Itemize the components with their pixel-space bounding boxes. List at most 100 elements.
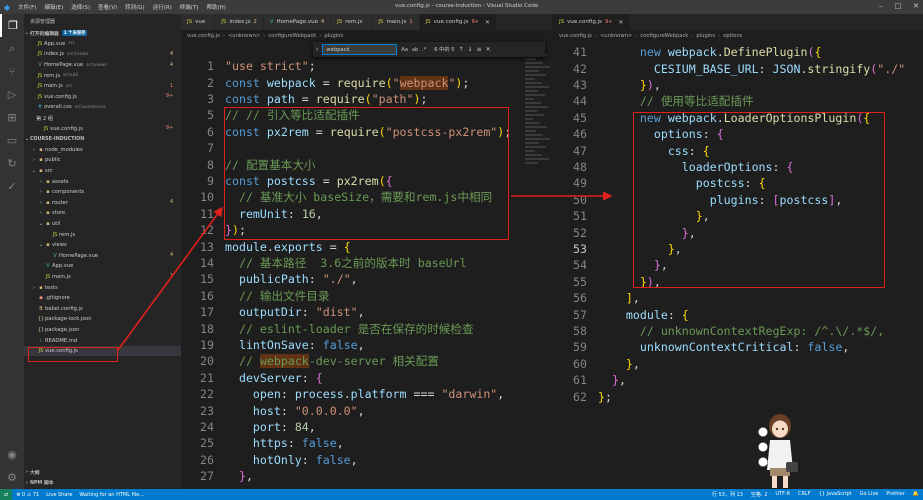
open-editors-section[interactable]: ⌄ 打开的编辑器 1 个未保存 (24, 28, 181, 39)
folder-item[interactable]: › ▪ components (24, 187, 181, 198)
menu-view[interactable]: 查看(V) (94, 3, 121, 11)
left-minimap[interactable] (522, 42, 552, 489)
code-line[interactable]: 24 port: 84, (181, 419, 316, 435)
notifications-bell-icon[interactable]: 🔔 (913, 491, 919, 498)
menu-terminal[interactable]: 终端(T) (176, 3, 203, 11)
problems-indicator[interactable]: ⊗ 0 ⚠ 71 (16, 492, 39, 498)
code-line[interactable]: 14 // 基本路径 3.6之前的版本时 baseUrl (181, 255, 467, 271)
code-line[interactable]: 42 CESIUM_BASE_URL: JSON.stringify("./" (553, 60, 905, 76)
breadcrumb-item[interactable]: configureWebpack (268, 33, 316, 39)
open-editor-item[interactable]: JS main.js src 1 (24, 81, 181, 92)
file-item[interactable]: i README.md (24, 335, 181, 346)
code-line[interactable]: 57 module: { (553, 306, 689, 322)
code-line[interactable]: 23 host: "0.0.0.0", (181, 402, 365, 418)
minimize-icon[interactable]: – (879, 2, 883, 10)
editor-tab[interactable]: JS index.js 2 (215, 14, 264, 30)
chevron-right-icon[interactable]: › (316, 46, 318, 53)
editor-tab[interactable]: JS vue (181, 14, 216, 30)
project-section[interactable]: ⌄ COURSE-INDUCTION (24, 134, 181, 145)
close-icon[interactable]: ✕ (913, 2, 919, 10)
arrow-down-icon[interactable]: ↓ (468, 46, 473, 53)
npm-icon[interactable]: ✓ (0, 175, 24, 198)
editor-tab[interactable]: V HomePage.vue 4 (263, 14, 332, 30)
folder-item[interactable]: › ▪ assets (24, 176, 181, 187)
code-line[interactable]: 56 ], (553, 290, 640, 306)
open-editor-item[interactable]: JS App.vue src (24, 39, 181, 50)
code-line[interactable]: 60 }, (553, 356, 640, 372)
file-item[interactable]: {} package.json (24, 325, 181, 336)
code-line[interactable]: 61 }, (553, 372, 626, 388)
file-item[interactable]: JS main.js 1 (24, 272, 181, 283)
remote-indicator-icon[interactable]: ⇄ (0, 489, 13, 500)
cursor-position[interactable]: 行 53，列 13 (712, 491, 743, 498)
editor-tab[interactable]: JS main.js 1 (372, 14, 420, 30)
code-line[interactable]: 26 hotOnly: false, (181, 452, 358, 468)
outline-section[interactable]: › 大纲 (24, 467, 181, 478)
code-line[interactable]: 22 open: process.platform === "darwin", (181, 386, 504, 402)
menu-run[interactable]: 运行(R) (149, 3, 176, 11)
close-icon[interactable]: ✕ (486, 46, 491, 53)
menu-file[interactable]: 文件(F) (14, 3, 40, 11)
code-line[interactable]: 19 lintOnSave: false, (181, 337, 365, 353)
language-mode[interactable]: {} JavaScript (819, 491, 852, 498)
code-line[interactable]: 21 devServer: { (181, 370, 323, 386)
folder-item[interactable]: › ▪ tests (24, 282, 181, 293)
gear-icon[interactable]: ⚙ (0, 466, 24, 489)
code-line[interactable]: 15 publicPath: "./", (181, 271, 358, 287)
prettier-indicator[interactable]: Prettier (886, 491, 904, 498)
extensions-icon[interactable]: ⊞ (0, 106, 24, 129)
group-2-label[interactable]: 第 2 组 (24, 113, 181, 124)
open-editor-item[interactable]: V HomePage.vue src\views 4 (24, 60, 181, 71)
breadcrumb-item[interactable]: configureWebpack (640, 33, 688, 39)
breadcrumb-item[interactable]: plugins (696, 33, 715, 39)
npm-scripts-section[interactable]: › NPM 脚本 (24, 478, 181, 489)
regex-toggle[interactable]: .* (422, 47, 426, 53)
breadcrumb-item[interactable]: vue.config.js (187, 33, 220, 39)
file-item[interactable]: Bbabel.config.js (24, 303, 181, 314)
search-icon[interactable]: ⌕ (0, 37, 24, 60)
code-line[interactable]: 7 (181, 140, 225, 156)
open-editor-item[interactable]: # overall.css src\assets\css (24, 102, 181, 113)
folder-item[interactable]: ⌄ ▪ util (24, 219, 181, 230)
folder-item[interactable]: › ▪ node_modules (24, 145, 181, 156)
file-item[interactable]: V HomePage.vue 4 (24, 250, 181, 261)
maximize-icon[interactable]: □ (895, 2, 902, 10)
code-line[interactable]: 59 unknownContextCritical: false, (553, 339, 849, 355)
file-item[interactable]: V App.vue (24, 261, 181, 272)
find-input[interactable] (322, 44, 398, 55)
breadcrumb-item[interactable]: vue.config.js (559, 33, 592, 39)
menu-selection[interactable]: 选择(S) (67, 3, 94, 11)
code-line[interactable]: 1 "use strict"; (181, 58, 316, 74)
folder-item[interactable]: ⌄ ▪ views (24, 240, 181, 251)
close-icon[interactable]: ✕ (618, 19, 623, 26)
close-icon[interactable]: ✕ (485, 19, 490, 26)
code-line[interactable]: 27 }, (181, 468, 253, 484)
file-item[interactable]: {} package-lock.json (24, 314, 181, 325)
account-icon[interactable]: ◉ (0, 443, 24, 466)
code-line[interactable]: 18 // eslint-loader 是否在保存的时候检查 (181, 320, 474, 336)
file-item[interactable]: ◆ .gitignore (24, 293, 181, 304)
code-line[interactable]: 13 module.exports = { (181, 238, 351, 254)
folder-item[interactable]: › ▪ router 4 (24, 198, 181, 209)
encoding-indicator[interactable]: UTF-8 (775, 491, 790, 498)
code-line[interactable]: 25 https: false, (181, 435, 344, 451)
editor-tab[interactable]: JS vue.config.js 9+ ✕ (419, 14, 497, 30)
open-editor-item[interactable]: JS rem.js src\util (24, 70, 181, 81)
breadcrumb-item[interactable]: <unknown> (600, 33, 632, 39)
remote-explorer-icon[interactable]: ▭ (0, 129, 24, 152)
code-line[interactable]: 41 new webpack.DefinePlugin({ (553, 44, 821, 60)
live-share-icon[interactable]: ↻ (0, 152, 24, 175)
breadcrumb-item[interactable]: options (723, 33, 742, 39)
folder-item[interactable]: ⌄ ▪ src (24, 166, 181, 177)
match-case-toggle[interactable]: Aa (401, 47, 407, 53)
whole-word-toggle[interactable]: ab (412, 47, 418, 53)
selection-icon[interactable]: ≡ (477, 46, 482, 53)
editor-tab[interactable]: JS rem.js (331, 14, 373, 30)
folder-item[interactable]: › ▪ store (24, 208, 181, 219)
code-line[interactable]: 20 // webpack-dev-server 相关配置 (181, 353, 439, 369)
eol-indicator[interactable]: CRLF (798, 491, 811, 498)
code-line[interactable]: 17 outputDir: "dist", (181, 304, 365, 320)
folder-item[interactable]: › ▪ public (24, 155, 181, 166)
code-line[interactable]: 43 }), (553, 77, 661, 93)
code-line[interactable]: 58 // unknownContextRegExp: /^.\/.*$/, (553, 323, 884, 339)
